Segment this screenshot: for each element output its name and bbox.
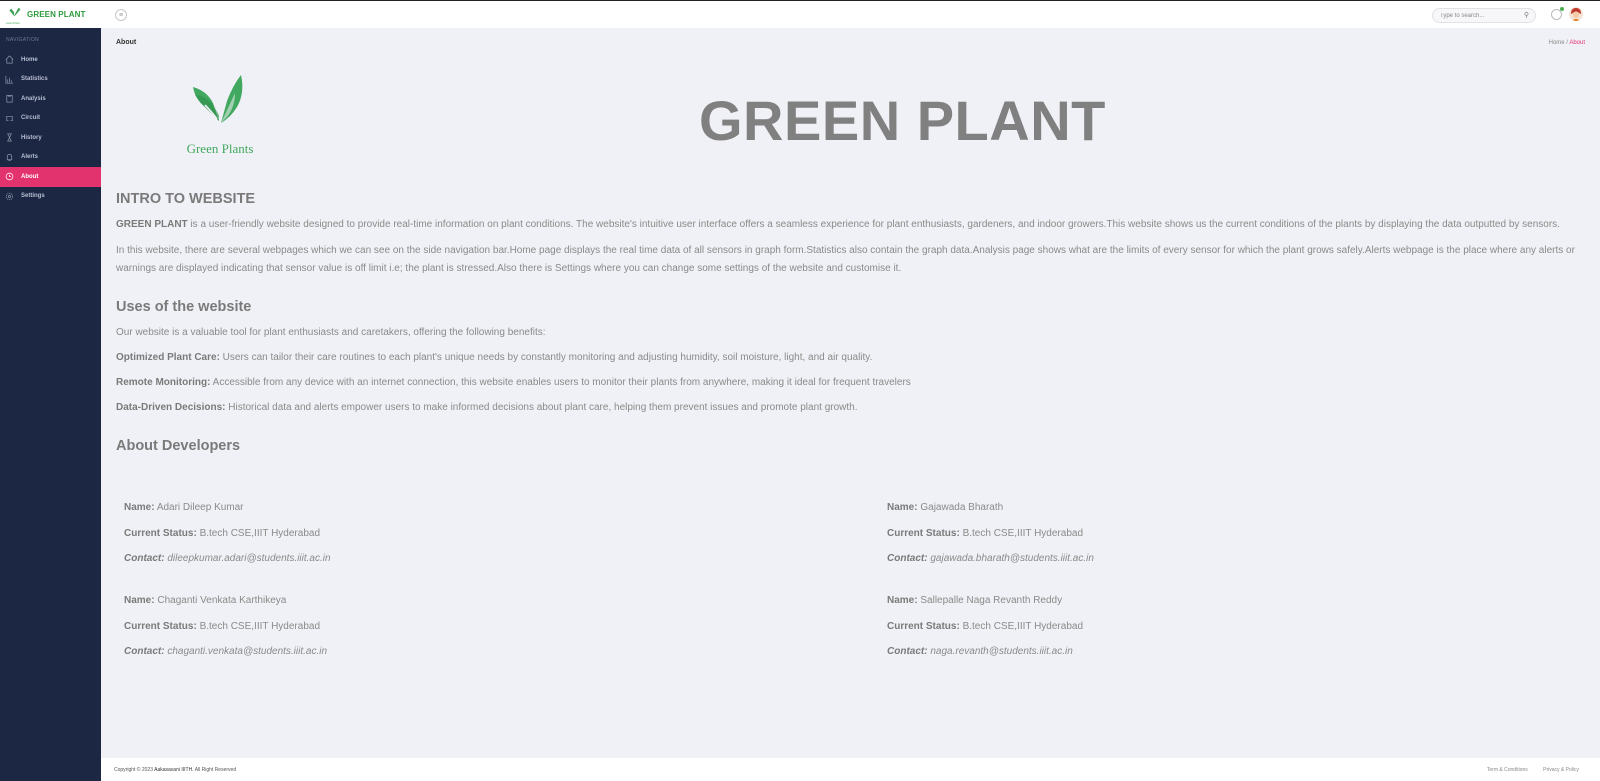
- status-label: Current Status:: [887, 620, 960, 632]
- intro-p1-text: is a user-friendly website designed to p…: [187, 219, 1560, 230]
- uses-item-label: Optimized Plant Care:: [116, 352, 220, 363]
- uses-item-text: Accessible from any device with an inter…: [210, 377, 911, 388]
- intro-lead-bold: GREEN PLANT: [116, 219, 188, 230]
- brand-name: GREEN PLANT: [27, 10, 86, 19]
- status-label: Current Status:: [124, 527, 197, 539]
- chart-icon: [5, 75, 14, 84]
- green-plants-logo: Green Plants: [181, 73, 259, 168]
- sidebar-item-label: Analysis: [21, 95, 46, 102]
- sidebar-item-history[interactable]: History: [0, 128, 101, 148]
- uses-item-label: Data-Driven Decisions:: [116, 402, 226, 413]
- developer-status: B.tech CSE,IIIT Hyderabad: [199, 620, 321, 632]
- name-label: Name:: [124, 595, 155, 606]
- developers-heading: About Developers: [116, 438, 241, 454]
- privacy-link[interactable]: Privacy & Policy: [1543, 767, 1579, 773]
- intro-heading: INTRO TO WEBSITE: [116, 191, 256, 207]
- user-avatar[interactable]: [1569, 7, 1583, 21]
- top-bar: Green Plants GREEN PLANT ≡ ⚲: [0, 0, 1600, 28]
- contact-label: Contact:: [887, 646, 928, 657]
- uses-item-text: Historical data and alerts empower users…: [225, 402, 858, 413]
- brand-logo-icon: Green Plants: [6, 7, 21, 25]
- sidebar-item-circuit[interactable]: Circuit: [0, 109, 101, 129]
- developer-contact[interactable]: naga.revanth@students.iiit.ac.in: [930, 646, 1072, 657]
- clipboard-icon: [6, 95, 13, 103]
- developer-card: Name: Chaganti Venkata Karthikeya Curren…: [124, 595, 327, 672]
- copyright: Copyright © 2023 Aakasavani IIITH. All R…: [114, 767, 236, 773]
- sidebar-item-label: Statistics: [21, 76, 48, 83]
- hamburger-icon[interactable]: ≡: [115, 9, 127, 21]
- search-icon[interactable]: ⚲: [1524, 11, 1529, 19]
- name-label: Name:: [887, 595, 918, 606]
- sidebar-item-analysis[interactable]: Analysis: [0, 89, 101, 109]
- sidebar-item-settings[interactable]: Settings: [0, 187, 101, 207]
- sidebar-item-label: Alerts: [21, 154, 39, 161]
- status-label: Current Status:: [124, 620, 197, 632]
- about-content: INTRO TO WEBSITE GREEN PLANT is a user-f…: [116, 191, 1586, 454]
- terms-link[interactable]: Term & Conditions: [1487, 767, 1528, 773]
- developer-card: Name: Gajawada Bharath Current Status: B…: [887, 502, 1094, 579]
- brand[interactable]: Green Plants GREEN PLANT: [0, 1, 100, 28]
- developer-card: Name: Adari Dileep Kumar Current Status:…: [124, 502, 331, 579]
- sidebar-item-label: Home: [21, 56, 38, 63]
- sidebar-item-alerts[interactable]: Alerts: [0, 148, 101, 168]
- footer: Copyright © 2023 Aakasavani IIITH. All R…: [101, 758, 1600, 781]
- hero-title: GREEN PLANT: [699, 89, 1106, 152]
- gear-icon: [5, 192, 14, 200]
- contact-label: Contact:: [887, 553, 928, 564]
- sidebar-item-label: About: [21, 173, 39, 180]
- developer-status: B.tech CSE,IIIT Hyderabad: [199, 527, 321, 539]
- page-title: About: [116, 39, 137, 46]
- intro-paragraph-2: In this website, there are several webpa…: [116, 245, 1575, 274]
- name-label: Name:: [124, 502, 155, 513]
- uses-item: Optimized Plant Care: Users can tailor t…: [116, 349, 1586, 367]
- search-box: ⚲: [1432, 8, 1536, 23]
- copyright-suffix: All Right Reserved: [193, 767, 237, 773]
- uses-item-text: Users can tailor their care routines to …: [219, 352, 873, 363]
- developer-contact[interactable]: chaganti.venkata@students.iiit.ac.in: [167, 646, 327, 657]
- developer-contact[interactable]: dileepkumar.adari@students.iiit.ac.in: [167, 553, 330, 564]
- uses-item-label: Remote Monitoring:: [116, 377, 211, 388]
- copyright-org[interactable]: Aakasavani IIITH.: [154, 767, 193, 773]
- breadcrumb-current: About: [1569, 40, 1585, 46]
- developer-name: Adari Dileep Kumar: [156, 502, 244, 513]
- developer-name: Gajawada Bharath: [920, 502, 1004, 513]
- main-content: About Home / About Green Plants GREEN PL…: [101, 28, 1600, 758]
- bell-icon: [6, 153, 13, 161]
- uses-item: Remote Monitoring: Accessible from any d…: [116, 374, 1586, 392]
- name-label: Name:: [887, 502, 918, 513]
- copyright-prefix: Copyright © 2023: [114, 767, 155, 773]
- status-label: Current Status:: [887, 527, 960, 539]
- sidebar-item-statistics[interactable]: Statistics: [0, 70, 101, 90]
- uses-intro: Our website is a valuable tool for plant…: [116, 327, 546, 338]
- sidebar-item-label: Settings: [21, 193, 45, 200]
- circuit-icon: [5, 116, 14, 121]
- developer-name: Chaganti Venkata Karthikeya: [157, 595, 287, 606]
- uses-heading: Uses of the website: [116, 299, 252, 315]
- developer-card: Name: Sallepalle Naga Revanth Reddy Curr…: [887, 595, 1083, 672]
- search-input[interactable]: [1440, 12, 1520, 19]
- sidebar-item-about[interactable]: About: [0, 167, 101, 187]
- developer-status: B.tech CSE,IIIT Hyderabad: [962, 620, 1084, 632]
- intro-paragraph-1: GREEN PLANT is a user-friendly website d…: [116, 216, 1586, 234]
- developer-status: B.tech CSE,IIIT Hyderabad: [962, 527, 1084, 539]
- developer-contact[interactable]: gajawada.bharath@students.iiit.ac.in: [930, 553, 1094, 564]
- contact-label: Contact:: [124, 553, 165, 564]
- svg-text:Green Plants: Green Plants: [6, 22, 20, 25]
- sidebar-item-label: History: [21, 134, 42, 141]
- home-icon: [5, 55, 14, 64]
- footer-links: Term & Conditions Privacy & Policy: [1473, 767, 1579, 773]
- contact-label: Contact:: [124, 646, 165, 657]
- hourglass-icon: [7, 133, 12, 142]
- developer-name: Sallepalle Naga Revanth Reddy: [920, 595, 1063, 606]
- sidebar: NAVIGATION Home Statistics Analysis Circ…: [0, 28, 101, 781]
- nav-caption: NAVIGATION: [6, 37, 40, 43]
- clock-icon: [5, 172, 14, 181]
- breadcrumb: Home / About: [1549, 40, 1585, 46]
- notification-dot: [1560, 7, 1564, 11]
- uses-item: Data-Driven Decisions: Historical data a…: [116, 399, 1586, 417]
- breadcrumb-home[interactable]: Home: [1549, 40, 1565, 46]
- logo-tagline: Green Plants: [187, 141, 254, 156]
- sidebar-item-label: Circuit: [21, 115, 41, 122]
- sidebar-item-home[interactable]: Home: [0, 50, 101, 70]
